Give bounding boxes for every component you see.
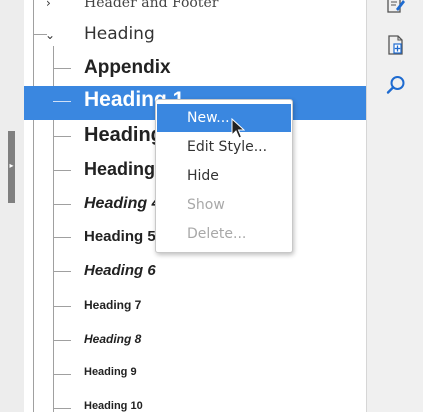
tree-line bbox=[53, 271, 71, 272]
panel-collapse-handle[interactable]: ▸ bbox=[8, 131, 15, 203]
tree-line bbox=[53, 374, 71, 375]
tree-line bbox=[53, 68, 71, 69]
collapse-icon[interactable]: ⌄ bbox=[45, 28, 55, 42]
menu-item-delete: Delete... bbox=[187, 226, 247, 242]
tree-line bbox=[53, 237, 71, 238]
style-label: Heading 7 bbox=[84, 298, 142, 312]
tree-line bbox=[53, 408, 71, 409]
deck-sidebar bbox=[366, 0, 423, 412]
tree-item-header-and-footer[interactable]: Header and Footer bbox=[84, 0, 218, 11]
mouse-cursor-icon bbox=[231, 118, 245, 139]
style-label: Heading 9 bbox=[84, 366, 137, 378]
tree-line bbox=[53, 170, 71, 171]
edit-style-icon[interactable] bbox=[385, 0, 407, 16]
expand-icon[interactable]: › bbox=[46, 0, 51, 10]
tree-line bbox=[53, 204, 71, 205]
find-icon[interactable] bbox=[385, 74, 407, 96]
menu-item-edit-style[interactable]: Edit Style... bbox=[157, 133, 291, 161]
menu-item-show: Show bbox=[187, 197, 225, 213]
tree-item-heading-9[interactable]: Heading 9 bbox=[24, 362, 366, 386]
tree-item-heading-8[interactable]: Heading 8 bbox=[24, 328, 366, 352]
tree-item-heading-6[interactable]: Heading 6 bbox=[24, 258, 366, 284]
style-label: Heading 8 bbox=[84, 332, 142, 346]
context-menu: New... Edit Style... Hide Show Delete... bbox=[155, 99, 293, 253]
style-label: Heading 6 bbox=[84, 262, 156, 279]
new-style-from-selection-icon[interactable] bbox=[385, 34, 407, 56]
style-label: Appendix bbox=[84, 57, 171, 78]
tree-item-heading[interactable]: Heading bbox=[84, 24, 155, 44]
chevron-right-icon: ▸ bbox=[9, 161, 14, 170]
menu-item-hide[interactable]: Hide bbox=[157, 162, 291, 190]
tree-line bbox=[53, 101, 71, 102]
tree-line bbox=[53, 306, 71, 307]
tree-line bbox=[53, 136, 71, 137]
style-label: Heading 4 bbox=[84, 195, 161, 212]
left-strip: ▸ bbox=[0, 0, 24, 412]
tree-line bbox=[53, 340, 71, 341]
tree-item-heading-10[interactable]: Heading 10 bbox=[24, 396, 366, 412]
menu-item-new[interactable]: New... bbox=[157, 104, 291, 132]
style-label: Heading 10 bbox=[84, 400, 143, 412]
style-label: Heading 5 bbox=[84, 228, 156, 245]
tree-item-heading-7[interactable]: Heading 7 bbox=[24, 294, 366, 318]
tree-item-appendix[interactable]: Appendix bbox=[24, 54, 366, 82]
